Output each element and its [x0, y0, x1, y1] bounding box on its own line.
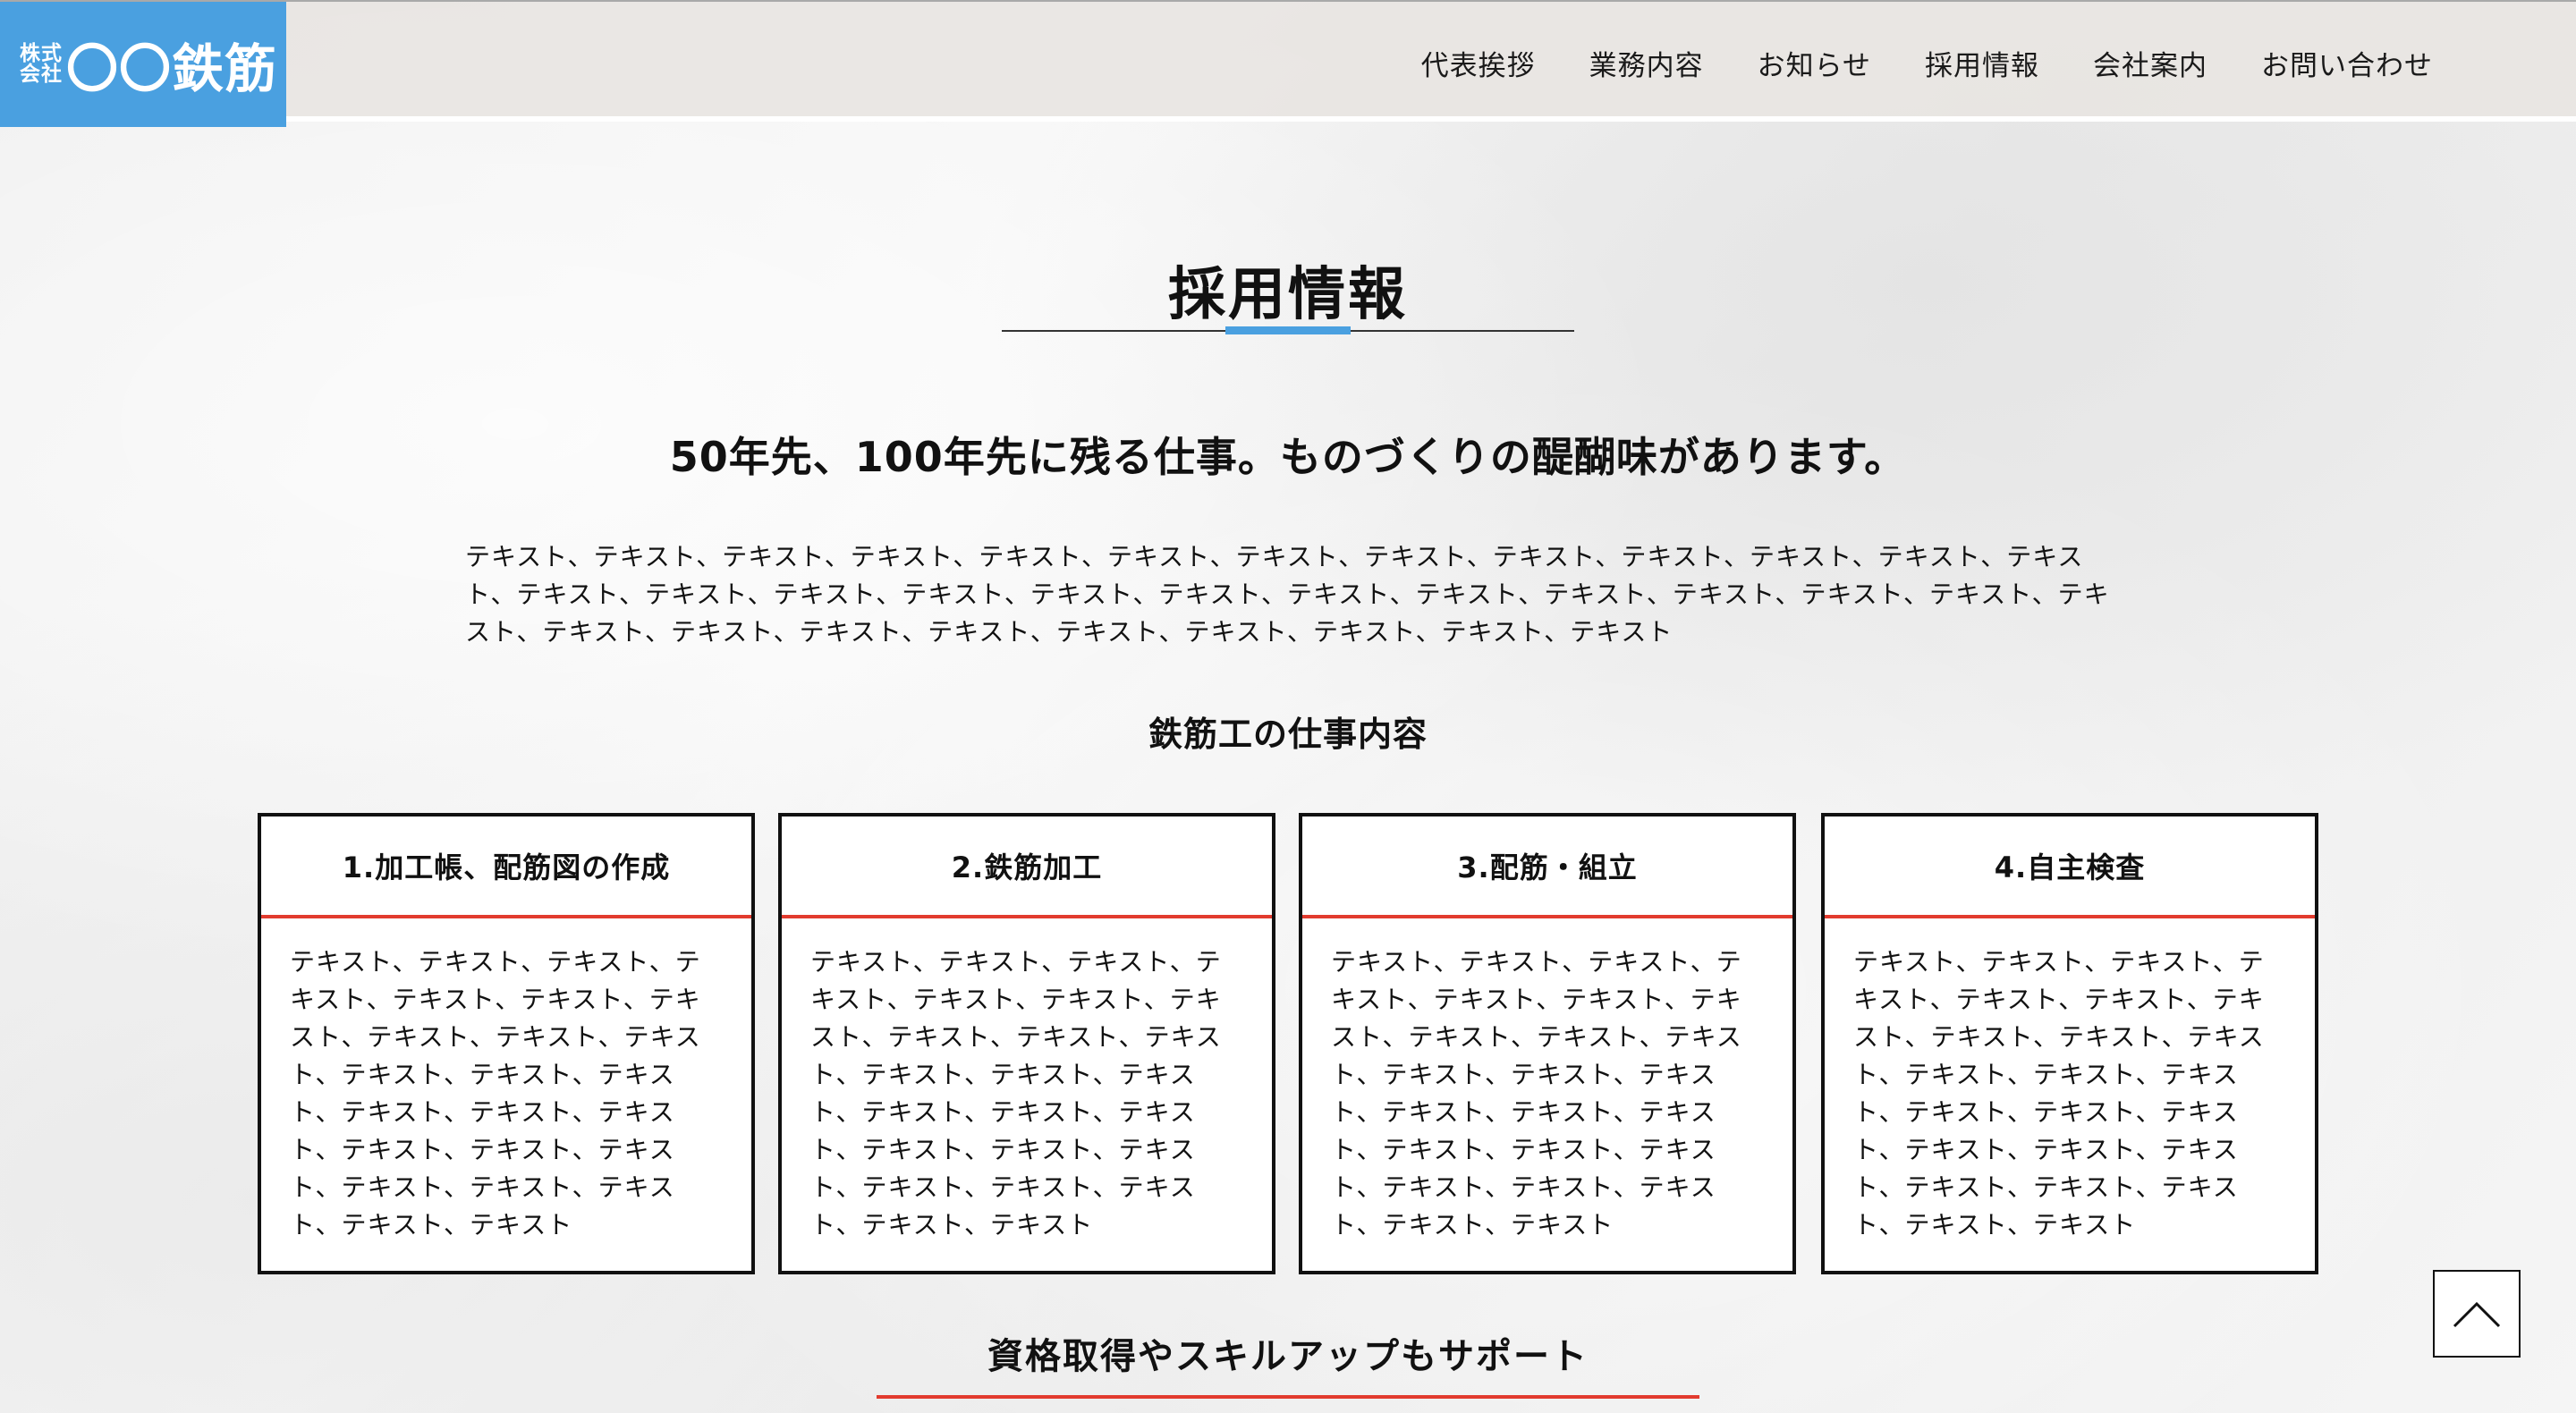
jobs-heading: 鉄筋工の仕事内容	[1148, 715, 1428, 754]
job-card-body: テキスト、テキスト、テキスト、テキスト、テキスト、テキスト、テキスト、テキスト、…	[290, 947, 701, 1240]
job-card-body: テキスト、テキスト、テキスト、テキスト、テキスト、テキスト、テキスト、テキスト、…	[810, 947, 1222, 1240]
logo-company-name: 〇〇鉄筋	[66, 38, 278, 99]
global-nav: 代表挨拶 業務内容 お知らせ 採用情報 会社案内 お問い合わせ	[1368, 2, 2433, 123]
logo-small-line1: 株式	[20, 42, 63, 65]
job-card-title: 4.自主検査	[1825, 816, 2315, 918]
nav-item-recruit[interactable]: 採用情報	[1925, 43, 2039, 83]
catch-copy: 50年先、100年先に残る仕事。ものづくりの醍醐味があります。	[669, 433, 1907, 481]
site-header: 株式 会社 〇〇鉄筋 代表挨拶 業務内容 お知らせ 採用情報 会社案内 お問い合…	[0, 0, 2576, 127]
intro-text: テキスト、テキスト、テキスト、テキスト、テキスト、テキスト、テキスト、テキスト、…	[465, 542, 2110, 647]
job-card-4: 4.自主検査 テキスト、テキスト、テキスト、テキスト、テキスト、テキスト、テキス…	[1821, 813, 2318, 1274]
logo-small-line2: 会社	[20, 63, 63, 86]
nav-item-greeting[interactable]: 代表挨拶	[1421, 43, 1536, 83]
job-card-body: テキスト、テキスト、テキスト、テキスト、テキスト、テキスト、テキスト、テキスト、…	[1331, 947, 1742, 1240]
nav-item-services[interactable]: 業務内容	[1589, 43, 1704, 83]
logo-company-type: 株式 会社	[20, 44, 63, 85]
title-accent-bar	[1225, 326, 1351, 334]
job-card-title: 2.鉄筋加工	[782, 816, 1272, 918]
support-heading-underline	[877, 1395, 1699, 1399]
back-to-top-button[interactable]	[2433, 1270, 2521, 1358]
nav-item-contact[interactable]: お問い合わせ	[2261, 43, 2433, 83]
nav-item-company[interactable]: 会社案内	[2093, 43, 2207, 83]
site-logo[interactable]: 株式 会社 〇〇鉄筋	[0, 2, 286, 127]
job-card-body: テキスト、テキスト、テキスト、テキスト、テキスト、テキスト、テキスト、テキスト、…	[1853, 947, 2265, 1240]
nav-item-news[interactable]: お知らせ	[1758, 43, 1871, 83]
job-cards: 1.加工帳、配筋図の作成 テキスト、テキスト、テキスト、テキスト、テキスト、テキ…	[258, 813, 2318, 1274]
support-heading: 資格取得やスキルアップもサポート	[987, 1336, 1589, 1377]
job-card-title: 1.加工帳、配筋図の作成	[261, 816, 751, 918]
job-card-1: 1.加工帳、配筋図の作成 テキスト、テキスト、テキスト、テキスト、テキスト、テキ…	[258, 813, 755, 1274]
job-card-title: 3.配筋・組立	[1302, 816, 1792, 918]
job-card-3: 3.配筋・組立 テキスト、テキスト、テキスト、テキスト、テキスト、テキスト、テキ…	[1299, 813, 1796, 1274]
chevron-up-icon	[2453, 1301, 2501, 1328]
page-title: 採用情報	[1168, 262, 1408, 328]
job-card-2: 2.鉄筋加工 テキスト、テキスト、テキスト、テキスト、テキスト、テキスト、テキス…	[778, 813, 1275, 1274]
